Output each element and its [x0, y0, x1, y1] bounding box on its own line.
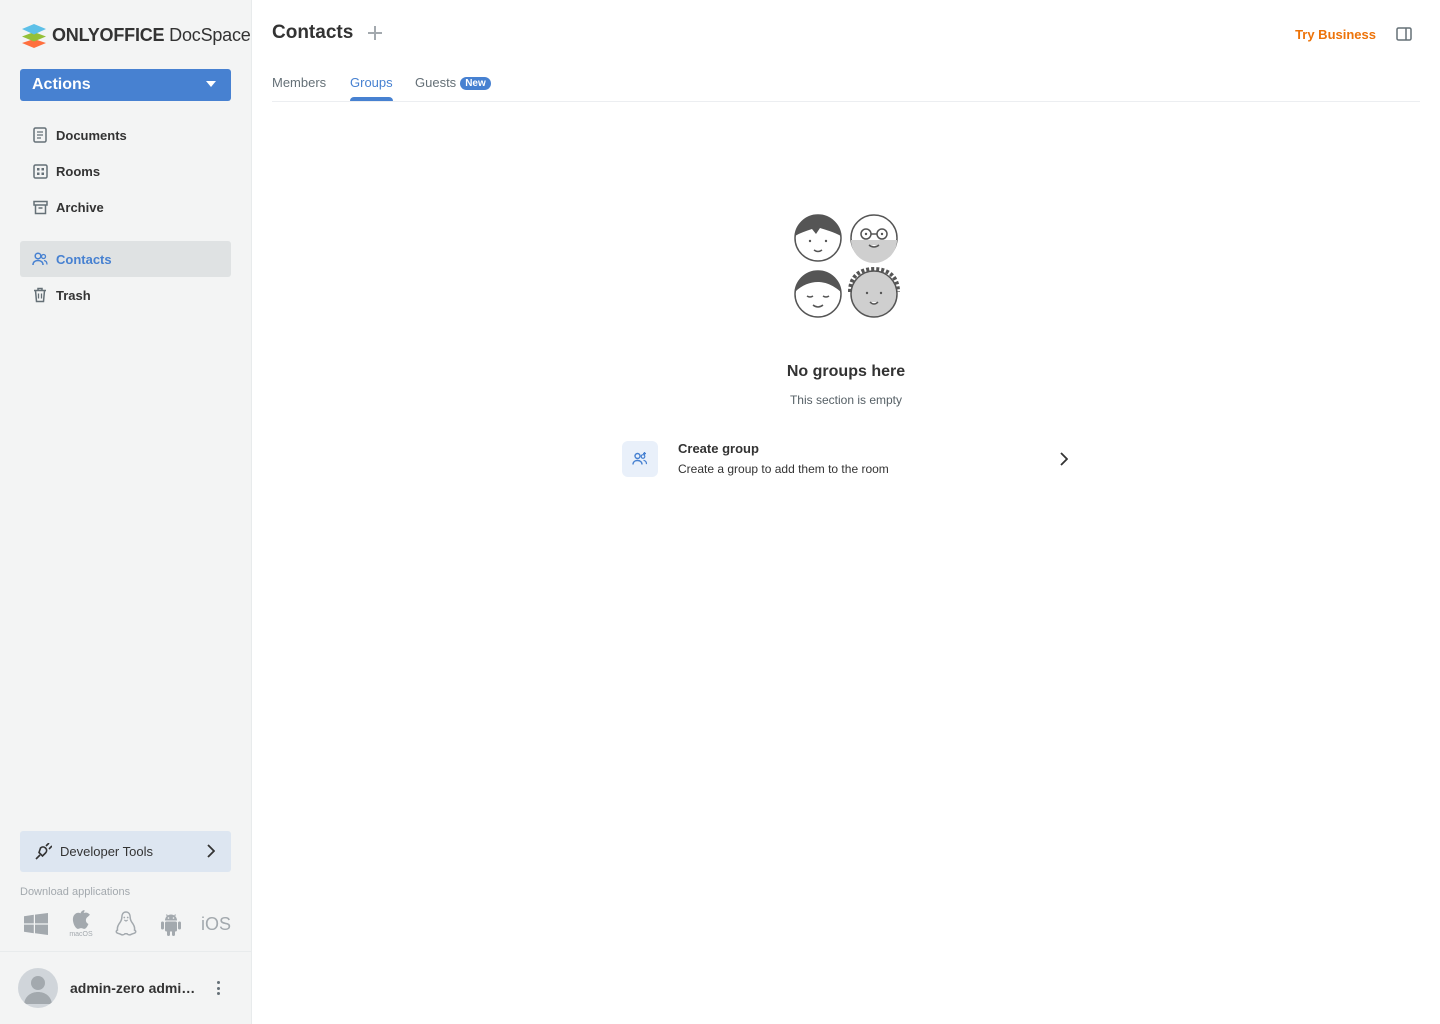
info-panel-toggle-icon[interactable]	[1396, 27, 1412, 41]
new-badge: New	[460, 77, 491, 90]
document-icon	[32, 127, 48, 143]
user-profile[interactable]: admin-zero admin-...	[18, 968, 238, 1008]
sidebar-item-label: Archive	[56, 199, 104, 215]
download-apps-list: macOS iOS	[20, 908, 232, 940]
tab-label: Guests	[415, 75, 457, 90]
developer-tools-label: Developer Tools	[60, 844, 153, 859]
add-icon[interactable]	[366, 24, 384, 42]
divider	[0, 951, 251, 952]
rooms-icon	[32, 163, 48, 179]
actions-button[interactable]: Actions	[20, 69, 231, 101]
caret-down-icon	[206, 81, 216, 87]
sidebar-item-label: Rooms	[56, 163, 101, 179]
tab-label: Groups	[350, 75, 393, 90]
add-group-icon	[622, 441, 658, 477]
sidebar-item-documents[interactable]: Documents	[20, 117, 231, 153]
chevron-right-icon	[1060, 452, 1069, 471]
developer-tools-button[interactable]: Developer Tools	[20, 831, 231, 872]
app-name: ONLYOFFICE DocSpace	[52, 24, 251, 45]
create-group-button[interactable]: Create group Create a group to add them …	[622, 440, 1074, 480]
actions-label: Actions	[32, 76, 91, 93]
page-title: Contacts	[272, 22, 354, 43]
contacts-icon	[32, 251, 48, 267]
plug-icon	[34, 842, 54, 862]
empty-state-title: No groups here	[786, 363, 906, 380]
ios-label: iOS	[200, 913, 231, 934]
archive-icon	[32, 199, 48, 215]
linux-icon[interactable]	[110, 908, 142, 940]
android-icon[interactable]	[155, 908, 187, 940]
sidebar-item-label: Documents	[56, 127, 127, 143]
empty-state-subtitle: This section is empty	[789, 393, 903, 407]
sidebar: ONLYOFFICE DocSpace Actions Documents Ro…	[0, 0, 252, 1024]
tab-members[interactable]: Members	[272, 75, 326, 102]
avatar[interactable]	[18, 968, 58, 1008]
tab-groups[interactable]: Groups	[350, 75, 393, 102]
tab-label: Members	[272, 75, 327, 90]
sidebar-item-archive[interactable]: Archive	[20, 189, 231, 225]
windows-icon[interactable]	[20, 908, 52, 940]
create-group-title: Create group	[678, 441, 759, 456]
empty-groups-illustration	[790, 212, 902, 320]
default-avatar-icon	[24, 976, 52, 1004]
onlyoffice-logo-icon	[22, 24, 46, 48]
more-options-icon[interactable]	[210, 978, 226, 998]
chevron-right-icon	[207, 844, 216, 861]
sidebar-item-contacts[interactable]: Contacts	[20, 241, 231, 277]
macos-icon[interactable]: macOS	[65, 908, 97, 940]
sidebar-item-trash[interactable]: Trash	[20, 277, 231, 313]
sidebar-item-label: Contacts	[56, 251, 112, 267]
try-business-link[interactable]: Try Business	[1295, 27, 1376, 42]
tab-guests[interactable]: Guests New	[415, 75, 491, 102]
app-logo[interactable]: ONLYOFFICE DocSpace	[20, 22, 251, 48]
sidebar-item-rooms[interactable]: Rooms	[20, 153, 231, 189]
trash-icon	[32, 287, 48, 303]
contacts-tabs: Members Groups Guests New	[272, 64, 1420, 102]
sidebar-item-label: Trash	[56, 287, 91, 303]
profile-name: admin-zero admin-...	[70, 980, 202, 996]
ios-icon[interactable]: iOS	[200, 908, 232, 940]
macos-caption: macOS	[69, 931, 93, 938]
download-apps-title: Download applications	[20, 886, 131, 898]
create-group-description: Create a group to add them to the room	[678, 462, 889, 476]
